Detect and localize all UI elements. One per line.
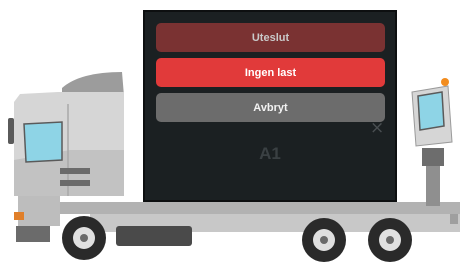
cab-step bbox=[60, 168, 90, 174]
exclude-button[interactable]: Uteslut bbox=[156, 23, 385, 52]
slot-label: A1 bbox=[259, 144, 281, 163]
front-bumper bbox=[16, 226, 50, 242]
chassis-frame bbox=[60, 202, 460, 214]
cab-step bbox=[60, 180, 90, 186]
cab-windshield bbox=[23, 121, 63, 163]
rear-wheel-2 bbox=[368, 218, 412, 262]
crane-column bbox=[426, 164, 440, 206]
front-grille bbox=[18, 196, 60, 226]
crane-base bbox=[422, 148, 444, 166]
rear-wheel-1 bbox=[302, 218, 346, 262]
front-wheel bbox=[62, 216, 106, 260]
crane-cabin-window bbox=[417, 91, 445, 131]
cab-mirror bbox=[8, 118, 14, 144]
beacon-icon bbox=[441, 78, 449, 86]
load-action-dialog: × × A1 Uteslut Ingen last Avbryt bbox=[143, 10, 397, 202]
no-load-button[interactable]: Ingen last bbox=[156, 58, 385, 87]
rear-light bbox=[450, 214, 458, 224]
headlight bbox=[14, 212, 24, 220]
fuel-tank bbox=[116, 226, 192, 246]
cancel-button[interactable]: Avbryt bbox=[156, 93, 385, 122]
close-icon[interactable]: × bbox=[370, 120, 384, 137]
